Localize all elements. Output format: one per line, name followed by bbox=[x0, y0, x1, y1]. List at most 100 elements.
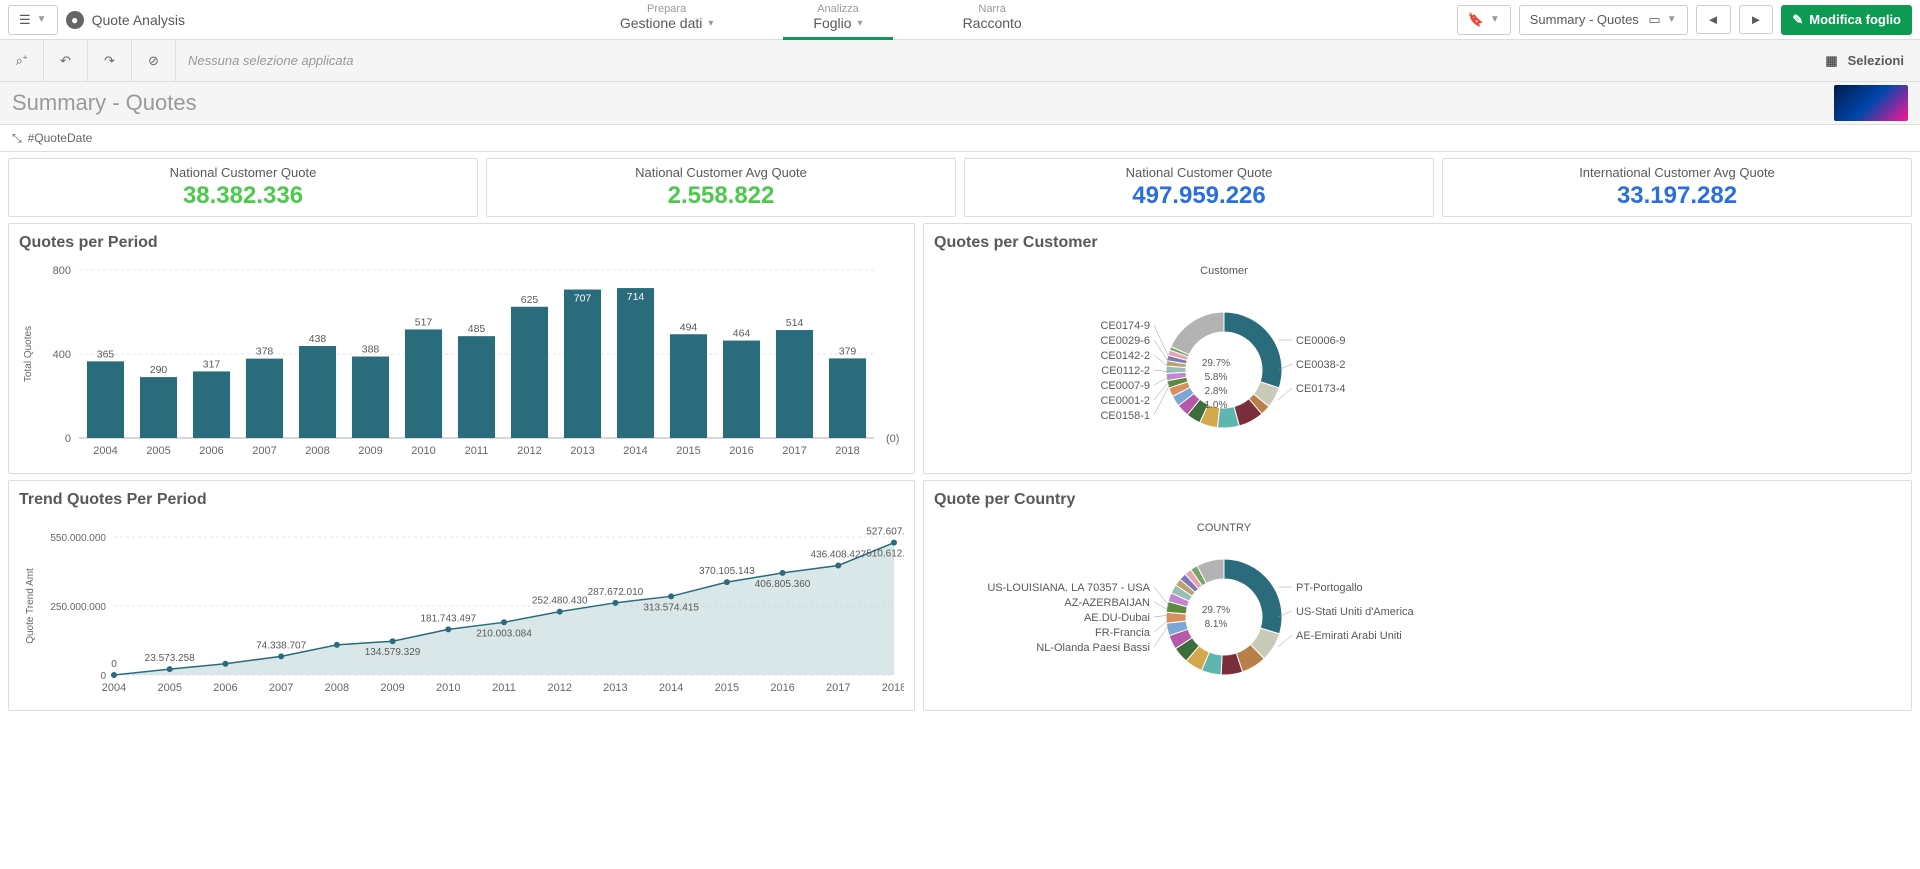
menu-button[interactable]: ☰ ▼ bbox=[8, 5, 58, 35]
svg-text:2015: 2015 bbox=[676, 445, 700, 457]
svg-text:438: 438 bbox=[309, 333, 327, 345]
title-bar: Summary - Quotes bbox=[0, 82, 1920, 124]
svg-text:CE0006-9: CE0006-9 bbox=[1296, 335, 1346, 347]
step-forward-button[interactable]: ↷ bbox=[88, 40, 132, 82]
svg-text:CE0001-2: CE0001-2 bbox=[1100, 395, 1150, 407]
donut-country-svg: COUNTRY29.7%8.1%PT-PortogalloUS-Stati Un… bbox=[934, 517, 1514, 697]
svg-text:464: 464 bbox=[733, 328, 751, 340]
svg-text:2010: 2010 bbox=[436, 682, 460, 694]
dimension-icon: ⤡ bbox=[12, 131, 22, 146]
svg-text:317: 317 bbox=[203, 358, 221, 370]
kpi-value: 33.197.282 bbox=[1449, 182, 1905, 210]
svg-text:287.672.010: 287.672.010 bbox=[588, 587, 644, 598]
svg-text:2017: 2017 bbox=[782, 445, 806, 457]
svg-text:0: 0 bbox=[100, 671, 106, 682]
svg-text:2016: 2016 bbox=[729, 445, 753, 457]
tab-prepare-sup: Prepara bbox=[620, 3, 714, 15]
svg-text:379: 379 bbox=[839, 345, 857, 357]
selections-icon: ▦ bbox=[1825, 53, 1837, 69]
svg-text:388: 388 bbox=[362, 344, 380, 356]
svg-text:370.105.143: 370.105.143 bbox=[699, 566, 755, 577]
top-toolbar: ☰ ▼ ● Quote Analysis Prepara Gestione da… bbox=[0, 0, 1920, 40]
svg-text:313.574.415: 313.574.415 bbox=[643, 602, 699, 613]
tab-narrate[interactable]: Narra Racconto bbox=[933, 0, 1052, 40]
kpi-card[interactable]: National Customer Avg Quote 2.558.822 bbox=[486, 158, 956, 217]
kpi-label: International Customer Avg Quote bbox=[1449, 165, 1905, 180]
svg-text:2004: 2004 bbox=[93, 445, 117, 457]
svg-text:714: 714 bbox=[627, 291, 645, 303]
svg-text:2010: 2010 bbox=[411, 445, 435, 457]
kpi-label: National Customer Quote bbox=[971, 165, 1427, 180]
svg-text:29.7%: 29.7% bbox=[1202, 358, 1230, 369]
next-sheet-button[interactable]: ► bbox=[1739, 5, 1774, 34]
chevron-down-icon: ▾ bbox=[858, 18, 863, 29]
dimension-label: #QuoteDate bbox=[28, 131, 93, 145]
svg-text:AE-Emirati Arabi Uniti: AE-Emirati Arabi Uniti bbox=[1296, 630, 1402, 642]
svg-text:436.408.427: 436.408.427 bbox=[810, 550, 866, 561]
content: National Customer Quote38.382.336Nationa… bbox=[0, 152, 1920, 717]
chart-trend-quotes[interactable]: Trend Quotes Per Period 0250.000.000550.… bbox=[8, 480, 915, 711]
line-chart-svg: 0250.000.000550.000.0000200423.573.25820… bbox=[19, 517, 904, 697]
svg-text:365: 365 bbox=[97, 348, 115, 360]
svg-text:400: 400 bbox=[53, 349, 71, 361]
svg-text:2017: 2017 bbox=[826, 682, 850, 694]
chart-quotes-per-customer[interactable]: Quotes per Customer Customer29.7%5.8%2.8… bbox=[923, 223, 1912, 474]
svg-text:23.573.258: 23.573.258 bbox=[145, 653, 195, 664]
svg-text:CE0142-2: CE0142-2 bbox=[1100, 350, 1150, 362]
svg-text:CE0173-4: CE0173-4 bbox=[1296, 383, 1346, 395]
svg-text:2014: 2014 bbox=[623, 445, 647, 457]
svg-text:CE0007-9: CE0007-9 bbox=[1100, 380, 1150, 392]
svg-text:2016: 2016 bbox=[770, 682, 794, 694]
page-title: Summary - Quotes bbox=[12, 90, 197, 116]
kpi-value: 2.558.822 bbox=[493, 182, 949, 210]
kpi-label: National Customer Avg Quote bbox=[493, 165, 949, 180]
svg-text:Customer: Customer bbox=[1200, 265, 1248, 277]
chevron-down-icon: ▾ bbox=[708, 18, 713, 29]
dimension-bar[interactable]: ⤡ #QuoteDate bbox=[0, 124, 1920, 152]
bookmark-button[interactable]: 🔖 ▼ bbox=[1457, 5, 1511, 35]
kpi-card[interactable]: International Customer Avg Quote 33.197.2… bbox=[1442, 158, 1912, 217]
svg-text:517: 517 bbox=[415, 316, 433, 328]
svg-text:2011: 2011 bbox=[465, 445, 489, 457]
svg-text:AE.DU-Dubai: AE.DU-Dubai bbox=[1084, 612, 1150, 624]
svg-text:2006: 2006 bbox=[199, 445, 223, 457]
tab-prepare[interactable]: Prepara Gestione dati▾ bbox=[590, 0, 744, 40]
kpi-row: National Customer Quote38.382.336Nationa… bbox=[8, 158, 1912, 217]
edit-sheet-button[interactable]: ✎ Modifica foglio bbox=[1781, 5, 1912, 35]
tab-analyze[interactable]: Analizza Foglio▾ bbox=[783, 0, 892, 40]
svg-text:2005: 2005 bbox=[157, 682, 181, 694]
clear-selection-button[interactable]: ⊘ bbox=[132, 40, 176, 82]
svg-text:74.338.707: 74.338.707 bbox=[256, 640, 306, 651]
svg-text:210.003.084: 210.003.084 bbox=[476, 628, 532, 639]
brand-logo bbox=[1834, 85, 1908, 121]
chart-quote-per-country[interactable]: Quote per Country COUNTRY29.7%8.1%PT-Por… bbox=[923, 480, 1912, 711]
svg-text:NL-Olanda Paesi Bassi: NL-Olanda Paesi Bassi bbox=[1036, 642, 1150, 654]
kpi-card[interactable]: National Customer Quote38.382.336 bbox=[8, 158, 478, 217]
svg-text:2009: 2009 bbox=[380, 682, 404, 694]
svg-text:2008: 2008 bbox=[325, 682, 349, 694]
selections-panel-toggle[interactable]: ▦ Selezioni bbox=[1809, 53, 1920, 69]
sheet-dropdown[interactable]: Summary - Quotes ▭ ▼ bbox=[1519, 5, 1688, 35]
svg-text:2018: 2018 bbox=[882, 682, 904, 694]
svg-text:CE0174-9: CE0174-9 bbox=[1100, 320, 1150, 332]
step-back-button[interactable]: ↶ bbox=[44, 40, 88, 82]
svg-text:290: 290 bbox=[150, 364, 168, 376]
svg-text:0: 0 bbox=[111, 659, 117, 670]
svg-text:2013: 2013 bbox=[570, 445, 594, 457]
svg-text:PT-Portogallo: PT-Portogallo bbox=[1296, 582, 1363, 594]
kpi-card[interactable]: National Customer Quote497.959.226 bbox=[964, 158, 1434, 217]
svg-text:1.0%: 1.0% bbox=[1205, 400, 1228, 411]
tab-narrate-sup: Narra bbox=[963, 3, 1022, 15]
kpi-value: 38.382.336 bbox=[15, 182, 471, 210]
prev-sheet-button[interactable]: ◄ bbox=[1696, 5, 1731, 34]
svg-text:2008: 2008 bbox=[305, 445, 329, 457]
svg-text:2007: 2007 bbox=[269, 682, 293, 694]
selection-bar: ⌕⁺ ↶ ↷ ⊘ Nessuna selezione applicata ▦ S… bbox=[0, 40, 1920, 82]
smart-search-button[interactable]: ⌕⁺ bbox=[0, 40, 44, 82]
svg-text:250.000.000: 250.000.000 bbox=[50, 602, 106, 613]
svg-text:2012: 2012 bbox=[547, 682, 571, 694]
svg-text:494: 494 bbox=[680, 321, 698, 333]
svg-text:(0): (0) bbox=[886, 433, 899, 445]
svg-text:8.1%: 8.1% bbox=[1205, 619, 1228, 630]
chart-quotes-per-period[interactable]: Quotes per Period 0400800365200429020053… bbox=[8, 223, 915, 474]
